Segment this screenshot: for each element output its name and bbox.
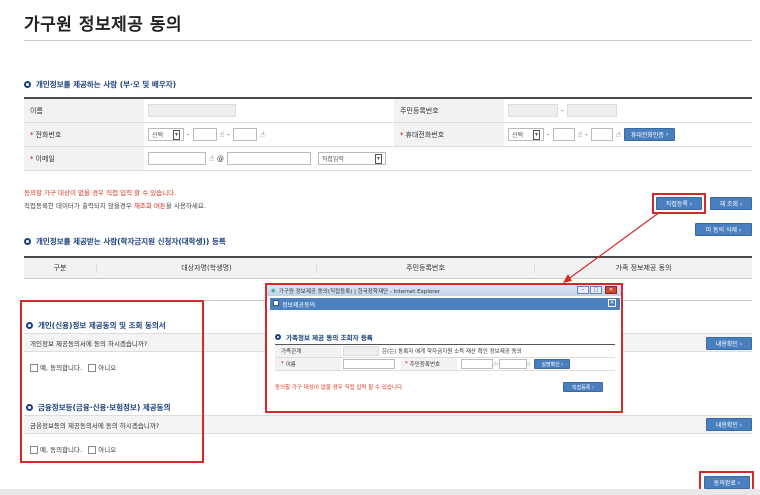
bullet-icon: [275, 334, 281, 340]
close-icon[interactable]: ✕: [605, 286, 617, 294]
popup-name-row: * 이름 * 주민등록번호 ☝ - ☝ 실명확인 ›: [275, 358, 615, 371]
relation-input[interactable]: [343, 346, 379, 356]
popup-window: ◉ 가구원 정보제공 동의(직접등록) | 한국장학재단 - Internet …: [265, 283, 623, 413]
email-domain-select[interactable]: 직접입력 ▾: [317, 152, 386, 165]
email-label: * 이메일: [24, 147, 144, 170]
relation-row: 가족관계 은(는) 동록자 에게 학자금지원 소득 재산 확인 정보제공 동의: [275, 345, 615, 358]
phone-label: * 전화번호: [24, 123, 144, 146]
keyboard-hand-icon: ☝: [219, 130, 225, 139]
provider-section-heading: 개인정보를 제공하는 사람 (부·모 및 배우자): [24, 79, 176, 90]
bottom-bar: [0, 489, 760, 495]
name-label: 이름: [24, 99, 144, 122]
keyboard-hand-icon: ☝: [577, 130, 583, 139]
email-id-input[interactable]: [148, 152, 206, 165]
annotation-arrow: [563, 211, 661, 283]
bullet-icon: [24, 238, 31, 245]
phone-prefix-select[interactable]: 선택 ▾: [148, 128, 184, 141]
keyboard-hand-icon: ☝: [209, 154, 214, 163]
page-title: 가구원 정보제공 동의: [24, 15, 183, 35]
bullet-icon: [24, 81, 31, 88]
real-name-confirm-button[interactable]: 실명확인 ›: [534, 359, 571, 369]
dialog-close-icon[interactable]: ×: [608, 299, 616, 307]
delete-consent-button[interactable]: 미 동의 삭제 ›: [695, 223, 752, 236]
title-divider: [24, 40, 752, 41]
email-row: * 이메일 ☝ @ 직접입력 ▾: [24, 147, 752, 171]
notice-requery: 직접등록한 데이터가 출력되지 않을경우 재조회 버튼을 사용하세요.: [24, 202, 206, 210]
keyboard-hand-icon: ☝: [615, 130, 621, 139]
ssn-label: 주민등록번호: [394, 99, 504, 122]
popup-ssn-back-input[interactable]: [498, 359, 527, 369]
mobile-mid-input[interactable]: [552, 128, 575, 141]
popup-heading: 가족정보 제공 동의 조회자 등록: [275, 332, 373, 342]
col-ssn: 주민등록번호: [316, 263, 534, 273]
col-type: 구분: [53, 264, 67, 272]
phone-mid-input[interactable]: [192, 128, 217, 141]
name-input[interactable]: [148, 104, 236, 117]
col-student-name: 대상자명(학생명): [96, 263, 316, 273]
mobile-auth-button[interactable]: 휴대전화인증 ›: [623, 128, 676, 141]
phone-row: * 전화번호 선택 ▾ - ☝ - ☝ * 휴대전화번호 선택 ▾ - ☝ - ☝ 휴대…: [24, 123, 752, 147]
mobile-prefix-select[interactable]: 선택 ▾: [508, 128, 544, 141]
mobile-label: * 휴대전화번호: [394, 123, 504, 146]
ssn-back-input[interactable]: [566, 104, 617, 117]
email-domain-input[interactable]: [226, 152, 311, 165]
name-row: 이름 주민등록번호 -: [24, 99, 752, 123]
notice-red: 동의할 가구 대상이 없을 경우 직접 입력 할 수 있습니다.: [24, 189, 177, 197]
ie-title-bar: ◉ 가구원 정보제공 동의(직접등록) | 한국장학재단 - Internet …: [267, 285, 621, 296]
popup-dialog-header: 정보제공동의 ×: [270, 298, 620, 310]
popup-notice: 동의할 가구 대상이 없을 경우 직접 입력 할 수 있습니다.: [275, 385, 404, 391]
ssn-front-input[interactable]: [508, 104, 558, 117]
ie-logo-icon: ◉: [271, 287, 276, 294]
mobile-last-input[interactable]: [590, 128, 613, 141]
popup-ssn-front-input[interactable]: [461, 359, 493, 369]
receiver-section-heading: 개인정보를 제공받는 사람(학자금지원 신청자(대학생)) 등록: [24, 236, 226, 247]
keyboard-hand-icon: ☝: [259, 130, 265, 139]
provider-form: 이름 주민등록번호 - * 전화번호 선택 ▾ - ☝ - ☝ * 휴대전화번호 선택…: [24, 97, 752, 171]
requery-button[interactable]: 재 조회 ›: [710, 197, 752, 210]
popup-name-input[interactable]: [343, 359, 395, 369]
dialog-icon: [273, 300, 279, 306]
minimize-icon[interactable]: –: [577, 286, 589, 294]
popup-form: 가족관계 은(는) 동록자 에게 학자금지원 소득 재산 확인 정보제공 동의 …: [275, 344, 615, 371]
maximize-icon[interactable]: □: [590, 286, 602, 294]
keyboard-hand-icon: ☝: [526, 360, 531, 368]
view-content-button-2[interactable]: 내용확인 ›: [706, 418, 752, 431]
popup-direct-register-button[interactable]: 직접등록 ›: [563, 382, 603, 392]
highlight-consent-area: [20, 300, 204, 463]
phone-last-input[interactable]: [232, 128, 257, 141]
view-content-button-1[interactable]: 내용확인 ›: [706, 337, 752, 350]
